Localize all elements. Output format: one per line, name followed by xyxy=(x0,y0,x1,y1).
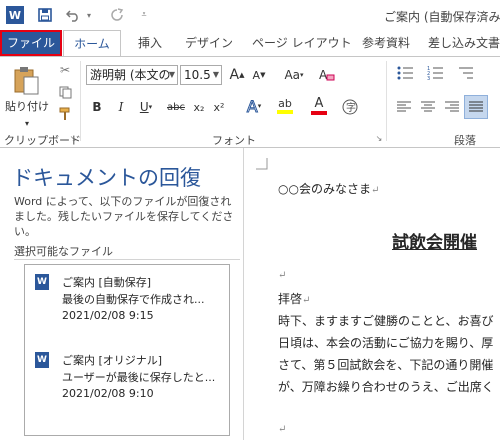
bullets-icon[interactable] xyxy=(394,63,416,83)
title-bar: W ▾ ⩡ ご案内 (自動保存済み) xyxy=(0,0,500,30)
paste-icon xyxy=(14,67,39,95)
font-size-combobox[interactable]: 10.5 ▼ xyxy=(180,65,222,85)
grow-font-label: A xyxy=(229,67,240,83)
superscript-button[interactable]: x² xyxy=(210,97,228,117)
font-color-swatch xyxy=(311,111,327,115)
file-detail: 最後の自動保存で作成され... xyxy=(62,293,205,306)
divider xyxy=(14,259,240,260)
pane-title: ドキュメントの回復 xyxy=(12,166,201,190)
paste-button[interactable]: 貼り付け xyxy=(5,61,49,119)
available-files-label: 選択可能なファイル xyxy=(14,245,113,258)
justify-icon[interactable] xyxy=(464,95,488,119)
tab-design[interactable]: デザイン xyxy=(184,30,234,56)
tab-mailings[interactable]: 差し込み文書 xyxy=(428,30,500,56)
tab-insert[interactable]: 挿入 xyxy=(134,30,166,56)
change-case-button[interactable]: Aa ▾ xyxy=(280,65,308,85)
redo-icon[interactable] xyxy=(108,6,126,24)
customize-qat-icon[interactable]: ⩡ xyxy=(138,6,150,24)
underline-label: U xyxy=(139,100,149,114)
tab-references[interactable]: 参考資料 xyxy=(360,30,412,56)
clear-formatting-icon[interactable]: A xyxy=(316,65,338,85)
return-mark: ↵ xyxy=(302,295,311,306)
ribbon-tabs: ファイル ホーム 挿入 デザイン ページ レイアウト 参考資料 差し込み文書 xyxy=(0,30,500,57)
recovered-file-list: W ご案内 [自動保存] 最後の自動保存で作成され... 2021/02/08 … xyxy=(24,264,230,436)
highlight-label: ab xyxy=(278,97,292,110)
multilevel-list-icon[interactable] xyxy=(454,63,476,83)
return-mark: ↵ xyxy=(370,185,380,196)
font-color-button[interactable]: A xyxy=(306,95,332,117)
font-launcher-icon[interactable]: ↘ xyxy=(374,133,384,143)
document-heading: 試飲会開催 xyxy=(392,233,477,253)
body-line: が、万障お繰り合わせのうえ、ご出席く xyxy=(278,380,494,394)
copy-icon[interactable] xyxy=(56,83,74,101)
pane-description: Word によって、以下のファイルが回復されました。残したいファイルを保存してく… xyxy=(14,195,234,238)
text-effects-label: A xyxy=(246,96,258,116)
paste-dropdown-icon[interactable]: ▾ xyxy=(22,119,32,128)
bold-button[interactable]: B xyxy=(88,97,106,117)
document-title: ご案内 (自動保存済み) xyxy=(384,10,500,24)
chevron-down-icon: ▼ xyxy=(168,70,175,79)
file-name: ご案内 [オリジナル] xyxy=(62,354,163,367)
undo-dropdown-icon[interactable]: ▾ xyxy=(84,6,94,24)
highlight-button[interactable]: ab xyxy=(272,95,298,117)
word-document-icon: W xyxy=(35,352,49,368)
text-effects-button[interactable]: A ▾ xyxy=(242,95,266,117)
change-case-label: Aa xyxy=(284,68,301,82)
file-date: 2021/02/08 9:10 xyxy=(62,387,154,400)
salutation: ○○会のみなさま↵ xyxy=(278,180,379,197)
word-app-icon[interactable]: W xyxy=(6,6,24,24)
align-left-icon[interactable] xyxy=(394,97,414,117)
document-page[interactable]: ○○会のみなさま↵ 試飲会開催 ↵ 拝啓↵ 時下、ますますご健勝のことと、お喜び… xyxy=(244,148,500,440)
body-line: 日頃は、本会の活動にご協力を賜り、厚 xyxy=(278,336,494,350)
greeting: 拝啓↵ xyxy=(278,290,310,307)
svg-text:字: 字 xyxy=(346,101,356,114)
font-name-value: 游明朝 (本文の xyxy=(90,68,171,82)
list-item[interactable]: W ご案内 [自動保存] 最後の自動保存で作成され... 2021/02/08 … xyxy=(25,271,229,349)
body-line: 時下、ますますご健勝のことと、お喜び xyxy=(278,314,494,328)
grow-font-button[interactable]: A ▲ xyxy=(228,65,246,85)
paste-label: 貼り付け xyxy=(5,100,49,113)
svg-text:3: 3 xyxy=(427,76,430,80)
shrink-font-button[interactable]: A ▼ xyxy=(250,65,268,85)
word-document-icon: W xyxy=(35,274,49,290)
clipboard-launcher-icon[interactable]: ↘ xyxy=(68,133,78,143)
body-line: さて、第５回試飲会を、下記の通り開催 xyxy=(278,358,494,372)
font-size-value: 10.5 xyxy=(184,68,211,82)
document-recovery-pane: ドキュメントの回復 Word によって、以下のファイルが回復されました。残したい… xyxy=(0,148,244,440)
align-center-icon[interactable] xyxy=(418,97,438,117)
margin-mark-top xyxy=(256,158,268,170)
tab-file[interactable]: ファイル xyxy=(0,30,62,56)
format-painter-icon[interactable] xyxy=(56,105,74,123)
list-item[interactable]: W ご案内 [オリジナル] ユーザーが最後に保存したと... 2021/02/0… xyxy=(25,349,229,427)
font-color-label: A xyxy=(314,96,324,111)
ribbon: 貼り付け ▾ ✂ クリップボード ↘ 游明朝 (本文の ▼ 10.5 ▼ A ▲ A ▼… xyxy=(0,56,500,148)
italic-button[interactable]: I xyxy=(112,97,130,117)
strikethrough-button[interactable]: abc xyxy=(164,97,188,117)
highlight-swatch xyxy=(277,110,293,114)
greeting-text: 拝啓 xyxy=(278,292,303,306)
paragraph-group-label: 段落 xyxy=(454,134,476,147)
align-right-icon[interactable] xyxy=(442,97,462,117)
save-icon[interactable] xyxy=(36,6,54,24)
font-group-label: フォント xyxy=(212,134,256,147)
numbering-icon[interactable]: 123 xyxy=(424,63,446,83)
enclosed-char-icon[interactable]: 字 xyxy=(340,97,360,117)
return-mark: ↵ xyxy=(278,424,287,435)
cut-icon[interactable]: ✂ xyxy=(56,61,74,79)
return-mark: ↵ xyxy=(278,270,287,281)
file-date: 2021/02/08 9:15 xyxy=(62,309,154,322)
divider xyxy=(386,61,387,141)
shrink-font-label: A xyxy=(252,68,261,82)
tab-page-layout[interactable]: ページ レイアウト xyxy=(252,30,352,56)
file-detail: ユーザーが最後に保存したと... xyxy=(62,371,216,384)
font-name-combobox[interactable]: 游明朝 (本文の ▼ xyxy=(86,65,178,85)
underline-button[interactable]: U ▾ xyxy=(134,97,158,117)
undo-icon[interactable] xyxy=(64,6,82,24)
chevron-down-icon: ▼ xyxy=(212,70,219,79)
tab-home[interactable]: ホーム xyxy=(63,30,121,57)
salutation-text: ○○会のみなさま xyxy=(278,182,371,196)
subscript-button[interactable]: x₂ xyxy=(190,97,208,117)
divider xyxy=(80,61,81,141)
file-name: ご案内 [自動保存] xyxy=(62,276,152,289)
